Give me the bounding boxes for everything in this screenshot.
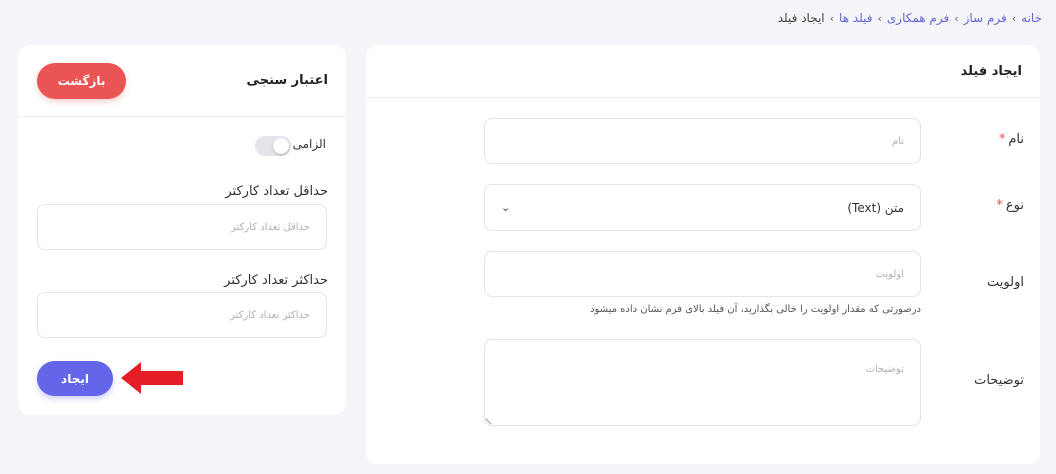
validation-title: اعتبار سنجی [246, 73, 328, 88]
toggle-knob [273, 138, 289, 154]
breadcrumb-form-builder[interactable]: فرم ساز [964, 11, 1007, 25]
required-label: الزامی [292, 137, 326, 151]
breadcrumb-current: ایجاد فیلد [777, 11, 825, 25]
priority-placeholder: اولویت [875, 268, 904, 280]
breadcrumb-home[interactable]: خانه [1021, 11, 1042, 25]
type-select[interactable]: متن (Text) ⌄ [484, 184, 921, 231]
breadcrumb: خانه › فرم ساز › فرم همکاری › فیلد ها › … [778, 11, 1042, 25]
breadcrumb-separator-icon: › [877, 11, 882, 25]
create-field-card: ایجاد فیلد نام* نام نوع* متن (Text) ⌄ او… [366, 45, 1040, 464]
min-chars-label: حداقل تعداد کارکتر [225, 184, 328, 199]
breadcrumb-separator-icon: › [1011, 11, 1017, 25]
description-textarea[interactable]: توضیحات [484, 339, 921, 426]
chevron-down-icon: ⌄ [501, 201, 511, 214]
description-label: توضیحات [974, 373, 1024, 388]
min-chars-placeholder: حداقل تعداد کارکتر [231, 221, 310, 233]
create-button[interactable]: ایجاد [37, 361, 113, 396]
breadcrumb-separator-icon: › [954, 11, 959, 25]
max-chars-input[interactable]: حداکثر تعداد کارکتر [37, 292, 327, 338]
name-input[interactable]: نام [484, 118, 921, 164]
resize-handle-icon[interactable] [485, 413, 497, 425]
description-placeholder: توضیحات [865, 364, 904, 375]
priority-input[interactable]: اولویت [484, 251, 921, 297]
type-label: نوع* [996, 198, 1024, 213]
type-selected-value: متن (Text) [847, 200, 904, 215]
card-title: ایجاد فیلد [960, 63, 1022, 79]
annotation-arrow-icon [121, 362, 183, 394]
name-placeholder: نام [891, 135, 904, 147]
max-chars-placeholder: حداکثر تعداد کارکتر [230, 309, 310, 321]
back-button[interactable]: بازگشت [37, 63, 126, 99]
breadcrumb-separator-icon: › [829, 11, 835, 25]
priority-label: اولویت [987, 275, 1024, 290]
priority-help-text: درصورتی که مقدار اولویت را خالی بگذارید،… [590, 304, 921, 315]
name-label: نام* [998, 132, 1024, 147]
min-chars-input[interactable]: حداقل تعداد کارکتر [37, 204, 327, 250]
create-field-header: ایجاد فیلد [366, 45, 1040, 98]
max-chars-label: حداکثر تعداد کارکتر [224, 273, 328, 288]
validation-card: اعتبار سنجی بازگشت الزامی حداقل تعداد کا… [18, 45, 346, 415]
breadcrumb-fields[interactable]: فیلد ها [839, 11, 872, 25]
required-toggle[interactable] [255, 136, 291, 156]
breadcrumb-cooperation-form[interactable]: فرم همکاری [887, 11, 949, 25]
